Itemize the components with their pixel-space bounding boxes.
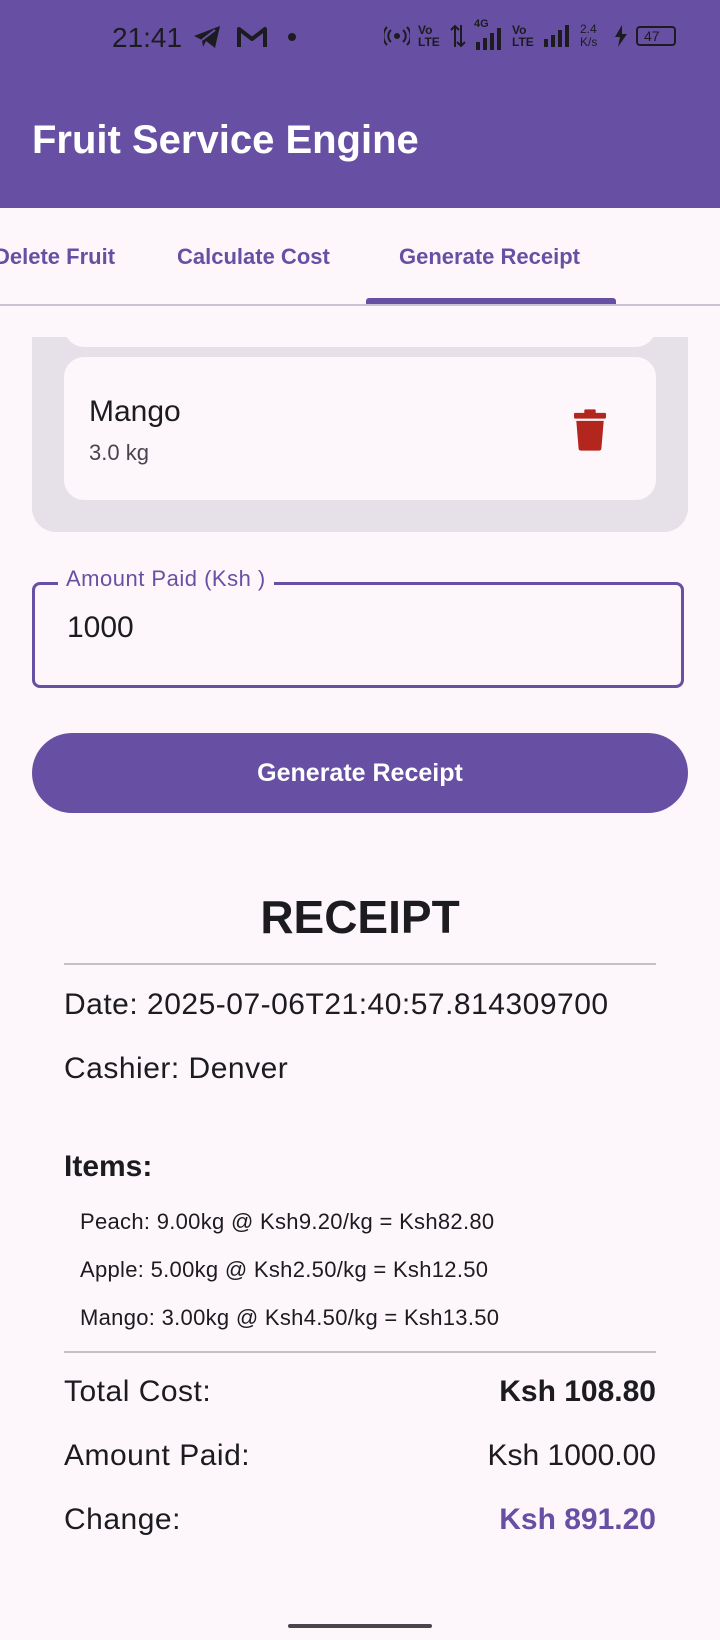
status-notification-icons (192, 24, 302, 50)
generate-receipt-button[interactable]: Generate Receipt (32, 733, 688, 813)
amount-paid-summary-value: Ksh 1000.00 (487, 1439, 656, 1472)
gmail-icon (237, 27, 267, 47)
tab-delete-fruit[interactable]: Delete Fruit (0, 244, 115, 270)
receipt-date: Date: 2025-07-06T21:40:57.814309700 (64, 988, 609, 1021)
tab-calculate-cost[interactable]: Calculate Cost (177, 244, 330, 270)
fruit-list[interactable]: Mango 3.0 kg (32, 337, 688, 532)
receipt-divider-top (64, 963, 656, 965)
app-bar: 21:41 Vo LTE 4G Vo LTE 2.4 K/s 47 Fruit … (0, 0, 720, 208)
amount-paid-field[interactable]: 1000 (32, 582, 684, 688)
gesture-home-bar[interactable] (288, 1624, 432, 1628)
network-speed: 2.4 K/s (580, 22, 598, 49)
receipt-item: Mango: 3.00kg @ Ksh4.50/kg = Ksh13.50 (80, 1305, 500, 1330)
receipt-items-heading: Items: (64, 1150, 153, 1183)
battery-icon: 47 (636, 26, 676, 46)
receipt-title: RECEIPT (260, 891, 460, 943)
receipt-item: Apple: 5.00kg @ Ksh2.50/kg = Ksh12.50 (80, 1257, 489, 1282)
amount-paid-summary-label: Amount Paid: (64, 1439, 251, 1472)
tab-indicator (366, 298, 616, 304)
amount-paid-label: Amount Paid (Ksh ) (58, 566, 274, 592)
fruit-quantity: 3.0 kg (89, 440, 149, 465)
hotspot-icon (384, 26, 410, 46)
volte-label-2: Vo LTE (512, 23, 534, 49)
app-title: Fruit Service Engine (32, 118, 419, 162)
change-value: Ksh 891.20 (499, 1503, 656, 1536)
charging-icon (615, 25, 627, 47)
signal-strength-icon (476, 28, 501, 50)
status-system-icons: Vo LTE 4G Vo LTE 2.4 K/s 47 (384, 18, 676, 50)
list-item-previous (64, 337, 656, 347)
status-time: 21:41 (112, 22, 183, 53)
change-label: Change: (64, 1503, 181, 1536)
receipt-cashier: Cashier: Denver (64, 1052, 289, 1085)
list-item: Mango 3.0 kg (64, 357, 656, 500)
signal-strength-icon-2 (544, 25, 569, 47)
notification-dot-icon (288, 33, 296, 41)
battery-level: 47 (644, 28, 660, 44)
tab-generate-receipt[interactable]: Generate Receipt (399, 244, 580, 270)
signal-group-1: 4G (474, 18, 504, 50)
total-cost-label: Total Cost: (64, 1375, 212, 1408)
receipt-divider-bottom (64, 1351, 656, 1353)
receipt-item: Peach: 9.00kg @ Ksh9.20/kg = Ksh82.80 (80, 1209, 495, 1234)
volte-label-1: Vo LTE (418, 23, 440, 49)
data-transfer-icon (450, 24, 466, 48)
tab-bar: Delete Fruit Calculate Cost Generate Rec… (0, 208, 720, 306)
delete-icon[interactable] (574, 409, 606, 451)
amount-paid-value[interactable]: 1000 (67, 611, 134, 645)
telegram-icon (194, 26, 220, 48)
total-cost-value: Ksh 108.80 (499, 1375, 656, 1408)
fruit-name: Mango (89, 395, 181, 428)
